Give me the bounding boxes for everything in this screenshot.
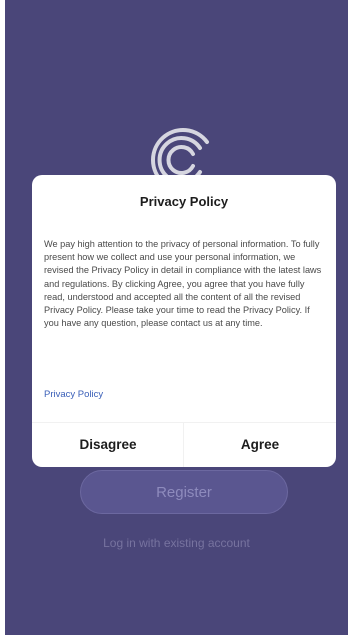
privacy-policy-link[interactable]: Privacy Policy	[44, 389, 103, 400]
agree-button[interactable]: Agree	[184, 422, 336, 467]
disagree-button[interactable]: Disagree	[32, 422, 184, 467]
privacy-policy-dialog: Privacy Policy We pay high attention to …	[32, 175, 336, 467]
app-screen: Register Log in with existing account Pr…	[5, 0, 348, 635]
dialog-button-row: Disagree Agree	[32, 422, 336, 467]
dialog-body-text: We pay high attention to the privacy of …	[44, 239, 322, 329]
dialog-title: Privacy Policy	[139, 194, 229, 209]
